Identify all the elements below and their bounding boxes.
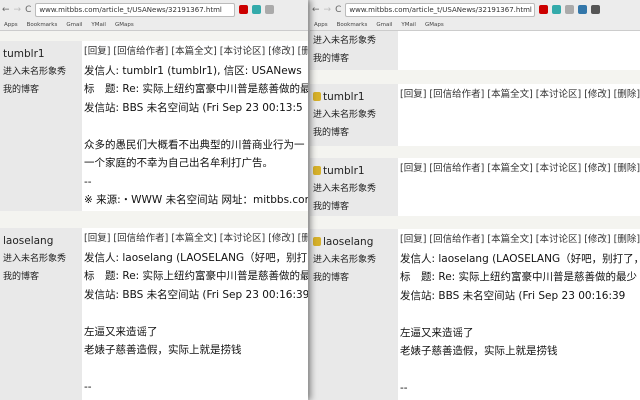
show-link[interactable]: 进入未名形象秀 bbox=[313, 32, 398, 50]
post-actions[interactable]: [回复] [回信给作者] [本篇全文] [本讨论区] [修改] [删除] bbox=[400, 160, 640, 179]
post-actions[interactable]: [回复] [回信给作者] [本篇全文] [本讨论区] [修改] [删除] bbox=[84, 230, 308, 249]
post-text: 众多的愚民们大概看不出典型的川普商业行为一 bbox=[84, 138, 305, 151]
bookmark-gmail[interactable]: Gmail bbox=[376, 22, 392, 28]
opera-icon[interactable] bbox=[539, 5, 549, 14]
bookmark-bookmarks[interactable]: Bookmarks bbox=[27, 22, 58, 28]
post-actions[interactable]: [回复] [回信给作者] [本篇全文] [本讨论区] [修改] [删除] bbox=[400, 86, 640, 105]
browser-window-right: ← → C www.mitbbs.com/article_t/USANews/321… bbox=[310, 0, 640, 400]
post-title: 标 题: Re: 实际上纽约富豪中川普是慈善做的最少的 bbox=[84, 83, 308, 95]
show-link[interactable]: 进入未名形象秀 bbox=[313, 106, 398, 124]
bookmark-bookmarks[interactable]: Bookmarks bbox=[337, 22, 368, 28]
post-sig: -- bbox=[400, 382, 408, 394]
post-text: 左逼又来造谣了 bbox=[400, 326, 474, 339]
post-actions[interactable]: [回复] [回信给作者] [本篇全文] [本讨论区] [修改] [删除] bbox=[400, 231, 640, 250]
extension-icon[interactable] bbox=[578, 5, 588, 14]
post-source: ※ 来源:・WWW 未名空间站 网址：mitbbs.com bbox=[84, 194, 308, 206]
bookmark-apps[interactable]: Apps bbox=[4, 22, 18, 28]
browser-toolbar: ← → C www.mitbbs.com/article_t/USANews/321… bbox=[0, 0, 308, 19]
blog-link[interactable]: 我的博客 bbox=[3, 81, 82, 99]
bookmark-apps[interactable]: Apps bbox=[314, 22, 328, 28]
back-icon[interactable]: ← bbox=[2, 5, 10, 15]
post: 进入未名形象秀 我的博客 bbox=[310, 31, 640, 70]
extension-icon[interactable] bbox=[552, 5, 562, 14]
post-station: 发信站: BBS 未名空间站 (Fri Sep 23 00:16:39 bbox=[84, 288, 308, 301]
post: laoselang 进入未名形象秀 我的博客 [回复] [回信给作者] [本篇全文]… bbox=[0, 228, 308, 400]
post-text: 一个家庭的不幸为自己出名牟利打广告。 bbox=[84, 157, 273, 169]
post-title: 标 题: Re: 实际上纽约富豪中川普是慈善做的最少 bbox=[84, 270, 308, 282]
browser-toolbar: ← → C www.mitbbs.com/article_t/USANews/321… bbox=[310, 0, 640, 19]
extension-icon[interactable] bbox=[265, 5, 275, 14]
bookmark-gmail[interactable]: Gmail bbox=[66, 22, 82, 28]
post-text: 左逼又来造谣了 bbox=[84, 325, 158, 338]
post-title: 标 题: Re: 实际上纽约富豪中川普是慈善做的最少 bbox=[400, 271, 638, 283]
extension-icon[interactable] bbox=[565, 5, 575, 14]
post: tumblr1 进入未名形象秀 我的博客 [回复] [回信给作者] [本篇全文] [… bbox=[0, 41, 308, 211]
blog-link[interactable]: 我的博客 bbox=[313, 198, 398, 216]
post-sig: -- bbox=[84, 381, 92, 393]
show-link[interactable]: 进入未名形象秀 bbox=[313, 180, 398, 198]
post-from: 发信人: laoselang (LAOSELANG（好吧，别打了， bbox=[400, 252, 640, 265]
author-link[interactable]: laoselang bbox=[3, 232, 82, 250]
blog-link[interactable]: 我的博客 bbox=[3, 268, 82, 286]
address-bar[interactable]: www.mitbbs.com/article_t/USANews/3219136… bbox=[345, 2, 536, 17]
blog-link[interactable]: 我的博客 bbox=[313, 50, 398, 68]
bookmarks-bar: Apps Bookmarks Gmail YMail GMaps bbox=[310, 19, 640, 31]
post: tumblr1 进入未名形象秀 我的博客 [回复] [回信给作者] [本篇全文] [… bbox=[310, 84, 640, 146]
reload-icon[interactable]: C bbox=[335, 5, 341, 15]
blog-link[interactable]: 我的博客 bbox=[313, 124, 398, 142]
opera-icon[interactable] bbox=[239, 5, 249, 14]
show-link[interactable]: 进入未名形象秀 bbox=[3, 63, 82, 81]
bookmark-ymail[interactable]: YMail bbox=[91, 22, 106, 28]
forward-icon[interactable]: → bbox=[14, 5, 22, 15]
post-from: 发信人: tumblr1 (tumblr1), 信区: USANews bbox=[84, 64, 302, 77]
post: laoselang 进入未名形象秀 我的博客 [回复] [回信给作者] [本篇全文]… bbox=[310, 229, 640, 400]
post-sig: -- bbox=[84, 175, 92, 188]
post-station: 发信站: BBS 未名空间站 (Fri Sep 23 00:13:5 bbox=[84, 101, 303, 114]
back-icon[interactable]: ← bbox=[312, 5, 320, 15]
user-badge-icon bbox=[313, 92, 321, 101]
show-link[interactable]: 进入未名形象秀 bbox=[313, 251, 398, 269]
post-actions[interactable]: [回复] [回信给作者] [本篇全文] [本讨论区] [修改] [删除] bbox=[84, 43, 308, 62]
post: tumblr1 进入未名形象秀 我的博客 [回复] [回信给作者] [本篇全文] [… bbox=[310, 158, 640, 216]
author-link[interactable]: tumblr1 bbox=[323, 165, 365, 177]
show-link[interactable]: 进入未名形象秀 bbox=[3, 250, 82, 268]
extension-icon[interactable] bbox=[252, 5, 262, 14]
bookmarks-bar: Apps Bookmarks Gmail YMail GMaps bbox=[0, 19, 308, 31]
author-link[interactable]: laoselang bbox=[323, 236, 373, 248]
forward-icon[interactable]: → bbox=[324, 5, 332, 15]
post-text: 老婊子慈善造假，实际上就是捞钱 bbox=[400, 345, 558, 357]
blog-link[interactable]: 我的博客 bbox=[313, 269, 398, 287]
user-badge-icon bbox=[313, 166, 321, 175]
author-link[interactable]: tumblr1 bbox=[3, 45, 82, 63]
bookmark-gmaps[interactable]: GMaps bbox=[425, 22, 444, 28]
bookmark-gmaps[interactable]: GMaps bbox=[115, 22, 134, 28]
bookmark-ymail[interactable]: YMail bbox=[401, 22, 416, 28]
browser-window-left: ← → C www.mitbbs.com/article_t/USANews/321… bbox=[0, 0, 308, 400]
user-badge-icon bbox=[313, 237, 321, 246]
post-from: 发信人: laoselang (LAOSELANG（好吧，别打了， bbox=[84, 251, 308, 264]
extension-icon[interactable] bbox=[591, 5, 601, 14]
author-link[interactable]: tumblr1 bbox=[323, 91, 365, 103]
reload-icon[interactable]: C bbox=[25, 5, 31, 15]
post-text: 老婊子慈善造假，实际上就是捞钱 bbox=[84, 344, 242, 356]
address-bar[interactable]: www.mitbbs.com/article_t/USANews/3219136… bbox=[35, 2, 236, 17]
post-station: 发信站: BBS 未名空间站 (Fri Sep 23 00:16:39 bbox=[400, 289, 626, 302]
